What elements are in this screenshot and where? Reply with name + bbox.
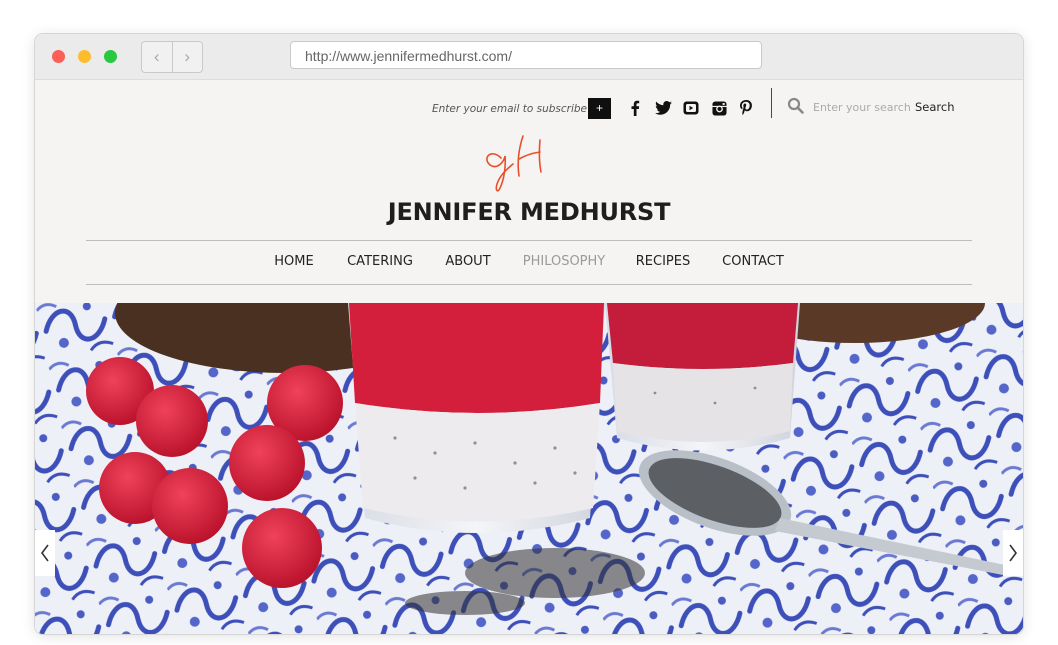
instagram-icon[interactable] <box>709 98 729 118</box>
history-nav: ‹ › <box>141 41 203 73</box>
facebook-icon[interactable] <box>625 98 645 118</box>
jm-monogram-icon <box>486 135 542 192</box>
nav-philosophy[interactable]: PHILOSOPHY <box>523 240 606 284</box>
nav-bottom-divider <box>86 284 972 285</box>
site-logo-text[interactable]: JENNIFER MEDHURST <box>35 198 1023 226</box>
search-icon <box>787 97 804 114</box>
twitter-icon[interactable] <box>653 98 673 118</box>
nav-about[interactable]: ABOUT <box>445 240 490 284</box>
subscribe-button[interactable]: + <box>588 98 611 119</box>
forward-button[interactable]: › <box>171 42 203 72</box>
chevron-right-icon <box>1009 544 1017 562</box>
nav-catering[interactable]: CATERING <box>347 240 413 284</box>
minimize-window-button[interactable] <box>78 50 91 63</box>
nav-home[interactable]: HOME <box>274 240 313 284</box>
nav-recipes[interactable]: RECIPES <box>636 240 690 284</box>
header-divider <box>771 88 772 118</box>
main-navigation: HOME CATERING ABOUT PHILOSOPHY RECIPES C… <box>35 240 1023 284</box>
nav-contact[interactable]: CONTACT <box>722 240 784 284</box>
slider-prev-button[interactable] <box>35 530 55 576</box>
browser-titlebar: ‹ › http://www.jennifermedhurst.com/ <box>35 34 1023 80</box>
close-window-button[interactable] <box>52 50 65 63</box>
address-bar[interactable]: http://www.jennifermedhurst.com/ <box>290 41 762 69</box>
maximize-window-button[interactable] <box>104 50 117 63</box>
hero-slider[interactable] <box>35 303 1023 634</box>
subscribe-email-input[interactable] <box>415 98 591 120</box>
search-input[interactable] <box>813 97 913 117</box>
header-utility-bar: + Search <box>35 80 1023 136</box>
chevron-right-icon: › <box>184 47 191 66</box>
chevron-left-icon <box>41 544 49 562</box>
search-button[interactable]: Search <box>915 97 955 117</box>
pinterest-icon[interactable] <box>736 98 756 118</box>
hero-image <box>35 303 1023 634</box>
slider-next-button[interactable] <box>1003 530 1023 576</box>
back-button[interactable]: ‹ <box>142 42 172 72</box>
website: + Search <box>35 80 1023 634</box>
youtube-icon[interactable] <box>681 98 701 118</box>
browser-window: ‹ › http://www.jennifermedhurst.com/ + <box>35 34 1023 634</box>
chevron-left-icon: ‹ <box>153 47 160 66</box>
